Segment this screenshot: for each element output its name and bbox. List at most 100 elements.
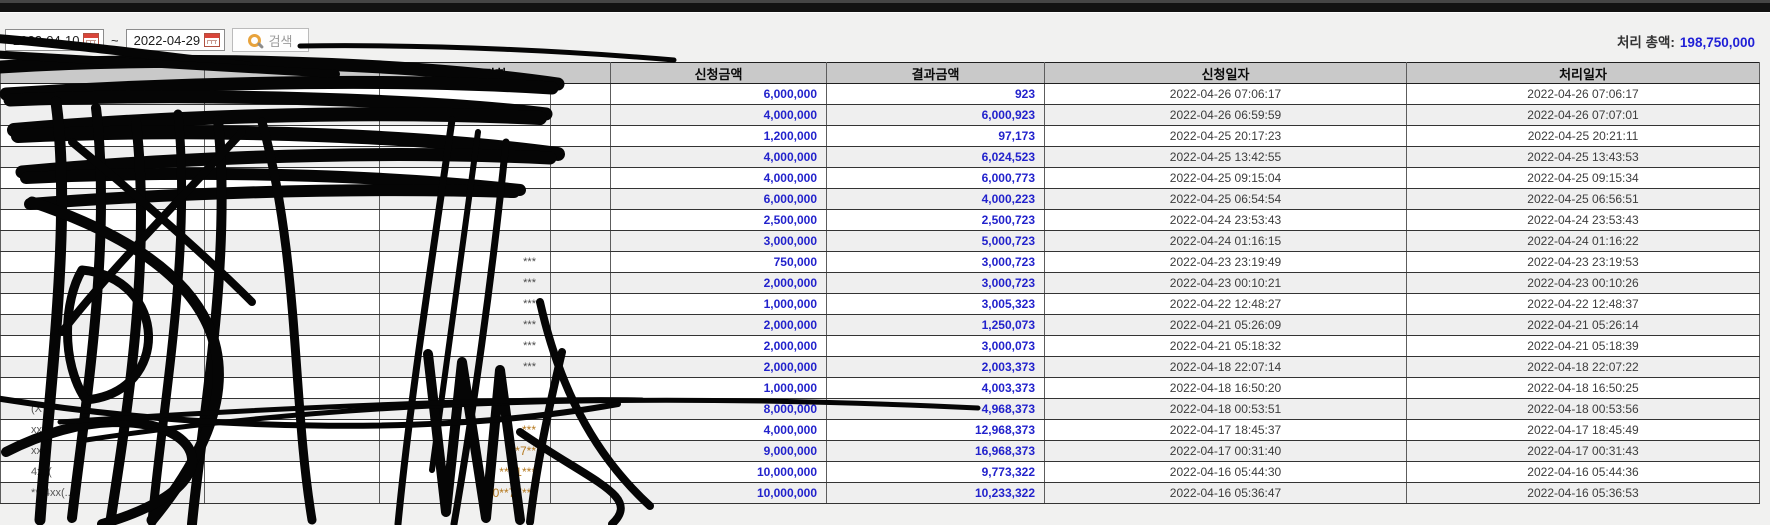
redacted-cell-2 <box>205 252 380 273</box>
request-amount-cell: 10,000,000 <box>611 483 827 504</box>
phone-extra-cell <box>551 357 611 378</box>
process-date-cell: 2022-04-25 20:21:11 <box>1407 126 1760 147</box>
table-row: *** 2,000,000 3,000,723 2022-04-23 00:10… <box>1 273 1760 294</box>
result-amount-cell: 6,000,773 <box>827 168 1045 189</box>
redacted-cell-2 <box>205 483 380 504</box>
header-redacted-1 <box>1 63 205 84</box>
result-amount-cell: 4,000,223 <box>827 189 1045 210</box>
redacted-cell-2 <box>205 189 380 210</box>
request-date-cell: 2022-04-25 13:42:55 <box>1045 147 1407 168</box>
table-row: 1,000,000 4,003,373 2022-04-18 16:50:20 … <box>1 378 1760 399</box>
phone-cell <box>380 105 551 126</box>
redacted-cell-1 <box>1 378 205 399</box>
phone-cell <box>380 210 551 231</box>
process-date-cell: 2022-04-16 05:44:36 <box>1407 462 1760 483</box>
request-date-cell: 2022-04-25 20:17:23 <box>1045 126 1407 147</box>
phone-cell <box>380 147 551 168</box>
phone-cell <box>380 84 551 105</box>
process-date-cell: 2022-04-23 00:10:26 <box>1407 273 1760 294</box>
table-header-row: 전화 신청금액 결과금액 신청일자 처리일자 <box>1 63 1760 84</box>
redacted-cell-2 <box>205 126 380 147</box>
request-date-cell: 2022-04-25 09:15:04 <box>1045 168 1407 189</box>
header-process-date: 처리일자 <box>1407 63 1760 84</box>
request-date-cell: 2022-04-18 22:07:14 <box>1045 357 1407 378</box>
process-date-cell: 2022-04-26 07:07:01 <box>1407 105 1760 126</box>
redacted-cell-2 <box>205 378 380 399</box>
request-amount-cell: 1,000,000 <box>611 294 827 315</box>
phone-cell: 0**77*** <box>380 483 551 504</box>
phone-cell <box>380 378 551 399</box>
redacted-cell-1 <box>1 189 205 210</box>
request-date-cell: 2022-04-23 23:19:49 <box>1045 252 1407 273</box>
search-icon <box>248 34 261 47</box>
date-to-value: 2022-04-29 <box>134 33 201 48</box>
header-phone: 전화 <box>380 63 611 84</box>
phone-extra-cell <box>551 483 611 504</box>
header-request-amount: 신청금액 <box>611 63 827 84</box>
redacted-cell-2 <box>205 441 380 462</box>
result-amount-cell: 2,003,373 <box>827 357 1045 378</box>
process-date-cell: 2022-04-17 00:31:43 <box>1407 441 1760 462</box>
request-amount-cell: 1,200,000 <box>611 126 827 147</box>
redacted-cell-1 <box>1 168 205 189</box>
search-button[interactable]: 검색 <box>232 28 309 52</box>
result-amount-cell: 10,233,322 <box>827 483 1045 504</box>
result-amount-cell: 1,250,073 <box>827 315 1045 336</box>
calendar-icon[interactable] <box>204 33 220 47</box>
table-row: 4xx( **71*** 10,000,000 9,773,322 2022-0… <box>1 462 1760 483</box>
request-date-cell: 2022-04-24 01:16:15 <box>1045 231 1407 252</box>
date-range-separator: ~ <box>111 33 119 48</box>
redacted-cell-1 <box>1 210 205 231</box>
phone-cell <box>380 168 551 189</box>
phone-extra-cell <box>551 189 611 210</box>
request-amount-cell: 1,000,000 <box>611 378 827 399</box>
table-row: *** 1,000,000 3,005,323 2022-04-22 12:48… <box>1 294 1760 315</box>
request-amount-cell: 2,000,000 <box>611 273 827 294</box>
processed-total-value: 198,750,000 <box>1680 35 1755 50</box>
request-amount-cell: 4,000,000 <box>611 105 827 126</box>
process-date-cell: 2022-04-25 06:56:51 <box>1407 189 1760 210</box>
redacted-cell-1 <box>1 105 205 126</box>
process-date-cell: 2022-04-26 07:06:17 <box>1407 84 1760 105</box>
table-row: xx( *** 4,000,000 12,968,373 2022-04-17 … <box>1 420 1760 441</box>
phone-extra-cell <box>551 462 611 483</box>
header-redacted-2 <box>205 63 380 84</box>
table-row: *** 2,000,000 2,003,373 2022-04-18 22:07… <box>1 357 1760 378</box>
redacted-cell-1: (X <box>1 399 205 420</box>
phone-extra-cell <box>551 315 611 336</box>
redacted-cell-1: xx( <box>1 441 205 462</box>
process-date-cell: 2022-04-21 05:18:39 <box>1407 336 1760 357</box>
table-row: 1,200,000 97,173 2022-04-25 20:17:23 202… <box>1 126 1760 147</box>
phone-cell <box>380 399 551 420</box>
phone-extra-cell <box>551 84 611 105</box>
date-to-input[interactable]: 2022-04-29 <box>126 29 225 51</box>
table-row: 4,000,000 6,000,773 2022-04-25 09:15:04 … <box>1 168 1760 189</box>
request-date-cell: 2022-04-16 05:36:47 <box>1045 483 1407 504</box>
phone-extra-cell <box>551 273 611 294</box>
result-amount-cell: 6,024,523 <box>827 147 1045 168</box>
redacted-cell-1 <box>1 357 205 378</box>
result-amount-cell: 9,773,322 <box>827 462 1045 483</box>
phone-extra-cell <box>551 126 611 147</box>
request-date-cell: 2022-04-26 06:59:59 <box>1045 105 1407 126</box>
process-date-cell: 2022-04-16 05:36:53 <box>1407 483 1760 504</box>
request-amount-cell: 6,000,000 <box>611 84 827 105</box>
phone-extra-cell <box>551 441 611 462</box>
redacted-cell-2 <box>205 336 380 357</box>
table-row: *** 2,000,000 1,250,073 2022-04-21 05:26… <box>1 315 1760 336</box>
request-amount-cell: 9,000,000 <box>611 441 827 462</box>
date-from-input[interactable]: 2022-04-10 <box>5 29 104 51</box>
request-date-cell: 2022-04-22 12:48:27 <box>1045 294 1407 315</box>
processed-total-label: 처리 총액: <box>1617 35 1675 50</box>
redacted-cell-1: 4xx( <box>1 462 205 483</box>
result-amount-cell: 97,173 <box>827 126 1045 147</box>
phone-cell: *** <box>380 420 551 441</box>
redacted-cell-2 <box>205 231 380 252</box>
calendar-icon[interactable] <box>83 33 99 47</box>
request-date-cell: 2022-04-18 00:53:51 <box>1045 399 1407 420</box>
redacted-cell-1 <box>1 252 205 273</box>
phone-extra-cell <box>551 147 611 168</box>
redacted-cell-2 <box>205 168 380 189</box>
request-date-cell: 2022-04-25 06:54:54 <box>1045 189 1407 210</box>
redacted-cell-2 <box>205 315 380 336</box>
